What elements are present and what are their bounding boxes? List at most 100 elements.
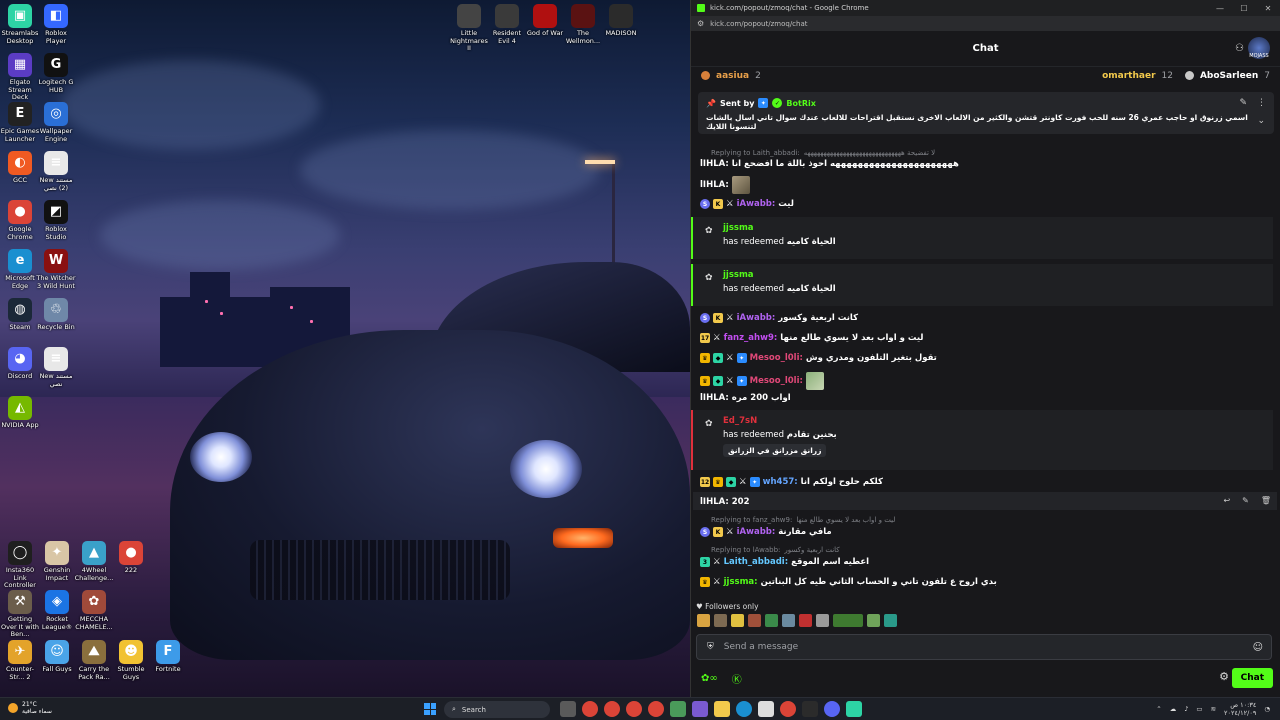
delete-icon[interactable]: 🗑: [1261, 496, 1271, 505]
desktop-icon[interactable]: ● 222: [111, 541, 151, 575]
chat-username[interactable]: lIHLA:: [700, 180, 729, 190]
emote-button[interactable]: [833, 614, 863, 627]
reward-username[interactable]: jjssma: [723, 270, 1273, 280]
pinned-sender[interactable]: BotRix: [786, 99, 815, 108]
reply-icon[interactable]: ↩: [1223, 496, 1230, 505]
desktop-icon[interactable]: ✦ Genshin Impact: [37, 541, 77, 582]
users-icon[interactable]: ⚇: [1235, 43, 1244, 54]
chat-message[interactable]: lIHLA: ههههههههههههههههههههههه احوذ بالل…: [700, 159, 1273, 169]
reply-context[interactable]: Replying to Laith_abbadi: لا تفضيحة هههه…: [711, 149, 935, 157]
kick-k-icon[interactable]: Ⓚ: [732, 671, 742, 686]
start-button[interactable]: [424, 703, 436, 715]
leaderboard-name[interactable]: AboSarleen: [1200, 71, 1258, 81]
chat-message[interactable]: ♛ ◆ ⚔ ✦ Mesoo_l0li: تقول بتغير التلفون و…: [700, 353, 1273, 363]
battery-icon[interactable]: ▭: [1196, 705, 1202, 713]
emote-button[interactable]: [884, 614, 897, 627]
desktop-icon[interactable]: ✈ Counter-Str... 2: [0, 640, 40, 681]
chat-message[interactable]: S K ⚔ iAwabb: مافي مقارنة: [700, 527, 1273, 537]
desktop-icon[interactable]: ◎ Wallpaper Engine: [36, 102, 76, 143]
desktop-icon[interactable]: ♲ Recycle Bin: [36, 298, 76, 332]
chat-username[interactable]: lIHLA:: [700, 497, 729, 507]
desktop-icon[interactable]: ◩ Roblox Studio: [36, 200, 76, 241]
unpin-icon[interactable]: ✎: [1239, 98, 1247, 108]
desktop-icon[interactable]: ▣ Streamlabs Desktop: [0, 4, 40, 45]
desktop-icon[interactable]: G Logitech G HUB: [36, 53, 76, 94]
chat-message[interactable]: S K ⚔ iAwabb: كانت اربعية وكسور: [700, 313, 1273, 323]
chrome-icon[interactable]: [582, 701, 598, 717]
emote-button[interactable]: [731, 614, 744, 627]
avatar[interactable]: MOJASS: [1248, 37, 1270, 59]
notification-icon[interactable]: ◔: [1264, 705, 1270, 713]
app-icon[interactable]: [670, 701, 686, 717]
desktop-icon[interactable]: ◭ NVIDIA App: [0, 396, 40, 430]
chrome-icon[interactable]: [626, 701, 642, 717]
clock[interactable]: ١٠:٣٤ ص ٢٠٢٤/١٢/٠٩: [1224, 701, 1256, 717]
leaderboard-name[interactable]: aasiua: [716, 71, 749, 81]
chat-username[interactable]: lIHLA:: [700, 393, 729, 403]
emote-button[interactable]: [697, 614, 710, 627]
desktop-icon[interactable]: ☻ Stumble Guys: [111, 640, 151, 681]
desktop-icon[interactable]: ✿ MECCHA CHAMELE...: [74, 590, 114, 631]
chat-message-hovered[interactable]: lIHLA: 202: [700, 497, 1273, 507]
address-bar[interactable]: ⚙ kick.com/popout/zmoq/chat: [691, 16, 1280, 31]
desktop-icon[interactable]: e Microsoft Edge: [0, 249, 40, 290]
chat-message[interactable]: lIHLA: اواب 200 مره: [700, 393, 1273, 403]
pin-icon[interactable]: ✎: [1242, 496, 1249, 505]
chat-message[interactable]: 3 ⚔ Laith_abbadi: اعطيه اسم الموقع: [700, 557, 1273, 567]
app-icon[interactable]: [692, 701, 708, 717]
emote-button[interactable]: [799, 614, 812, 627]
desktop-icon[interactable]: ◕ Discord: [0, 347, 40, 381]
chat-message[interactable]: 17 ⚔ fanz_ahw9: ليت و اواب بعد لا يسوي ط…: [700, 333, 1273, 343]
taskbar-search[interactable]: ⌕ Search: [444, 701, 550, 718]
emote-button[interactable]: [816, 614, 829, 627]
desktop-icon[interactable]: God of War: [525, 4, 565, 38]
desktop-icon[interactable]: ⚒ Getting Over It with Ben...: [0, 590, 40, 639]
site-info-icon[interactable]: ⚙: [697, 19, 704, 28]
chat-username[interactable]: Laith_abbadi:: [724, 557, 788, 567]
desktop-icon[interactable]: ◯ Insta360 Link Controller: [0, 541, 40, 590]
chevron-down-icon[interactable]: ⌄: [1257, 116, 1265, 126]
chat-username[interactable]: lIHLA:: [700, 159, 729, 169]
chrome-icon[interactable]: [648, 701, 664, 717]
reward-username[interactable]: Ed_7sN: [723, 416, 1273, 426]
app-icon[interactable]: [802, 701, 818, 717]
volume-icon[interactable]: ♪: [1184, 705, 1188, 713]
chat-username[interactable]: iAwabb:: [737, 313, 776, 323]
emote-button[interactable]: [867, 614, 880, 627]
wifi-icon[interactable]: ≋: [1211, 705, 1216, 713]
task-view-icon[interactable]: [560, 701, 576, 717]
minimize-icon[interactable]: —: [1208, 4, 1232, 13]
chat-message[interactable]: lIHLA:: [700, 176, 1273, 194]
desktop-icon[interactable]: ▦ Elgato Stream Deck: [0, 53, 40, 102]
chat-username[interactable]: iAwabb:: [737, 527, 776, 537]
desktop-icon[interactable]: MADISON: [601, 4, 641, 38]
desktop-icon[interactable]: ◈ Rocket League®: [37, 590, 77, 631]
network-icon[interactable]: ☁: [1170, 705, 1177, 713]
send-chat-button[interactable]: Chat: [1231, 668, 1273, 688]
chat-username[interactable]: fanz_ahw9:: [724, 333, 778, 343]
emote-button[interactable]: [782, 614, 795, 627]
desktop-icon[interactable]: The Wellmon...: [563, 4, 603, 45]
discord-icon[interactable]: [824, 701, 840, 717]
desktop-icon[interactable]: F Fortnite: [148, 640, 188, 674]
desktop-icon[interactable]: E Epic Games Launcher: [0, 102, 40, 143]
chat-username[interactable]: Mesoo_l0li:: [750, 353, 803, 363]
chat-message[interactable]: S K ⚔ iAwabb: ليت: [700, 199, 1273, 209]
chat-username[interactable]: jjssma:: [724, 577, 758, 587]
chevron-up-icon[interactable]: ⌃: [1156, 705, 1161, 713]
chrome-icon[interactable]: [780, 701, 796, 717]
more-options-icon[interactable]: ⋮: [1257, 98, 1266, 108]
desktop-icon[interactable]: ● Google Chrome: [0, 200, 40, 241]
points-icon[interactable]: ✿∞: [701, 673, 718, 684]
desktop-icon[interactable]: ▲ 4Wheel Challenge...: [74, 541, 114, 582]
close-icon[interactable]: ✕: [1256, 4, 1280, 13]
emote-button[interactable]: [748, 614, 761, 627]
chrome-icon[interactable]: [604, 701, 620, 717]
reply-context[interactable]: Replying to lAwabb: كانت اربعية وكسور: [711, 546, 840, 554]
chat-message[interactable]: ♛ ◆ ⚔ ✦ Mesoo_l0li:: [700, 372, 1273, 390]
leaderboard-name[interactable]: omarthaer: [1102, 71, 1155, 81]
weather-widget[interactable]: 21°C سماء صافية: [8, 701, 52, 715]
desktop-icon[interactable]: ◍ Steam: [0, 298, 40, 332]
gear-icon[interactable]: ⚙: [1219, 670, 1229, 683]
desktop-icon[interactable]: ⛰ Carry the Pack Ra...: [74, 640, 114, 681]
